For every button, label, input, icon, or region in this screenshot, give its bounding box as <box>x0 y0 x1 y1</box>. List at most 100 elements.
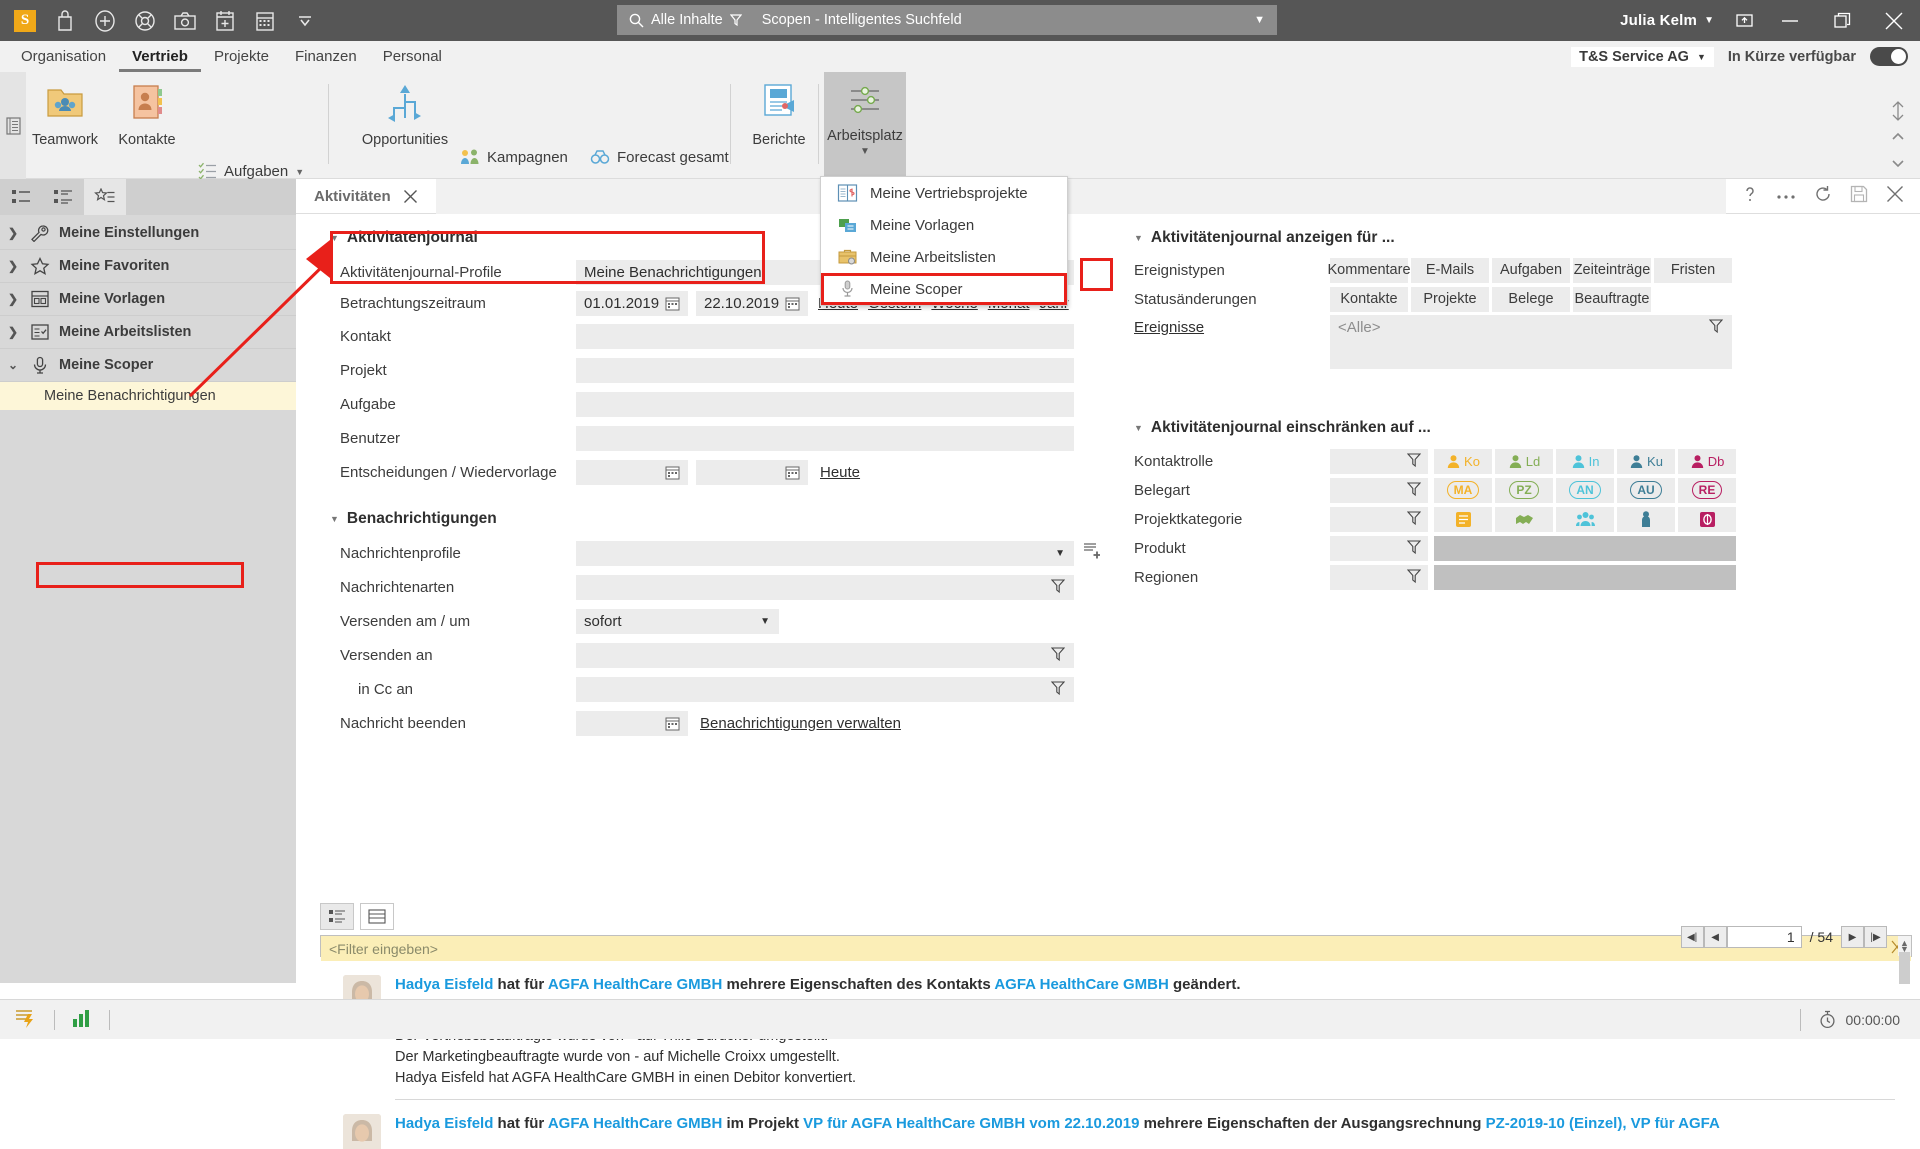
close-icon[interactable] <box>1868 0 1920 41</box>
chevron-down-icon[interactable]: ▼ <box>1055 548 1065 559</box>
menu-item-meine-vertriebsprojekte[interactable]: Meine Vertriebsprojekte <box>821 177 1067 209</box>
filter-icon[interactable] <box>1050 680 1066 700</box>
chip-projektkategorie-person[interactable] <box>1617 506 1675 532</box>
ribbon-button-kontakte[interactable]: Kontakte <box>108 80 186 148</box>
search-scope[interactable]: Alle Inhalte <box>617 12 752 28</box>
input-belegart[interactable] <box>1330 477 1428 503</box>
menu-item-organisation[interactable]: Organisation <box>8 41 119 72</box>
chevron-down-icon[interactable]: ▼ <box>760 616 770 627</box>
sidebar-item-meine-vorlagen[interactable]: ❯ Meine Vorlagen <box>0 283 296 316</box>
chip-belegart-ma[interactable]: MA <box>1434 477 1492 503</box>
filter-icon[interactable] <box>1050 578 1066 598</box>
page-number-input[interactable]: 1 <box>1726 926 1802 948</box>
input-kontaktrolle[interactable] <box>1330 448 1428 474</box>
search-dropdown-icon[interactable]: ▼ <box>1254 14 1277 26</box>
chip-belege[interactable]: Belege <box>1492 286 1570 312</box>
minimize-icon[interactable] <box>1764 0 1816 41</box>
chip-kontakte[interactable]: Kontakte <box>1330 286 1408 312</box>
input-nachrichtenarten[interactable] <box>576 574 1074 600</box>
maximize-icon[interactable] <box>1816 0 1868 41</box>
result-link-company[interactable]: AGFA HealthCare GMBH <box>548 976 722 993</box>
chip-projektkategorie-group[interactable] <box>1556 506 1614 532</box>
input-versenden-an[interactable] <box>576 642 1074 668</box>
result-link-user[interactable]: Hadya Eisfeld <box>395 1115 493 1132</box>
last-page-button[interactable]: |▶ <box>1864 926 1887 948</box>
search-input[interactable]: Scopen - Intelligentes Suchfeld <box>752 12 1254 28</box>
plus-circle-icon[interactable] <box>86 2 124 40</box>
chip-kontaktrolle-ko[interactable]: Ko <box>1434 448 1492 474</box>
chip-projekte[interactable]: Projekte <box>1411 286 1489 312</box>
sidebar-item-meine-scoper[interactable]: ⌄ Meine Scoper <box>0 349 296 382</box>
result-link-contact[interactable]: AGFA HealthCare GMBH <box>994 976 1168 993</box>
menu-item-personal[interactable]: Personal <box>370 41 455 72</box>
tab-aktivitaeten[interactable]: Aktivitäten <box>296 179 432 214</box>
refresh-icon[interactable] <box>1814 185 1832 207</box>
chip-belegart-re[interactable]: RE <box>1678 477 1736 503</box>
input-entscheidungen-from[interactable] <box>576 459 688 485</box>
chip-kommentare[interactable]: Kommentare <box>1328 257 1411 283</box>
chip-fristen[interactable]: Fristen <box>1654 257 1732 283</box>
link-ereignisse[interactable]: Ereignisse <box>1134 319 1330 336</box>
input-cc[interactable] <box>576 676 1074 702</box>
filter-icon[interactable] <box>1406 510 1422 530</box>
quicklink-entscheidungen-heute[interactable]: Heute <box>820 464 860 481</box>
input-aufgabe[interactable] <box>576 391 1074 417</box>
bag-icon[interactable] <box>46 2 84 40</box>
next-page-button[interactable]: ▶ <box>1841 926 1864 948</box>
chip-belegart-au[interactable]: AU <box>1617 477 1675 503</box>
chip-zeiteintraege[interactable]: Zeiteinträge <box>1573 257 1651 283</box>
global-search[interactable]: Alle Inhalte Scopen - Intelligentes Such… <box>617 5 1277 35</box>
ribbon-button-opportunities[interactable]: Opportunities <box>350 80 460 148</box>
input-projektkategorie[interactable] <box>1330 506 1428 532</box>
menu-item-finanzen[interactable]: Finanzen <box>282 41 370 72</box>
menu-item-meine-arbeitslisten[interactable]: Meine Arbeitslisten <box>821 241 1067 273</box>
filter-icon[interactable] <box>1050 646 1066 666</box>
input-kontakt[interactable] <box>576 323 1074 349</box>
menu-item-meine-scoper[interactable]: Meine Scoper <box>821 273 1067 305</box>
ribbon-expand-icon[interactable] <box>1890 158 1906 173</box>
section-title-aktivitaetenjournal[interactable]: ▼ Aktivitätenjournal <box>330 229 478 247</box>
chip-projektkategorie-handshake[interactable] <box>1495 506 1553 532</box>
filter-icon[interactable] <box>1406 539 1422 559</box>
input-period-to[interactable]: 22.10.2019 <box>696 290 808 316</box>
chip-aufgaben[interactable]: Aufgaben <box>1492 257 1570 283</box>
chip-kontaktrolle-db[interactable]: Db <box>1678 448 1736 474</box>
chevron-down-icon[interactable] <box>286 2 324 40</box>
filter-icon[interactable] <box>1406 568 1422 588</box>
sidebar-item-meine-arbeitslisten[interactable]: ❯ Meine Arbeitslisten <box>0 316 296 349</box>
save-icon[interactable] <box>1850 185 1868 207</box>
ribbon-button-forecast[interactable]: Forecast gesamt <box>590 148 729 167</box>
scroll-down-icon[interactable]: ▼ <box>1899 944 1910 954</box>
close-icon[interactable] <box>403 189 418 204</box>
input-nachricht-beenden[interactable] <box>576 710 688 736</box>
input-produkt[interactable] <box>1330 535 1428 561</box>
section-title-benachrichtigungen[interactable]: ▼ Benachrichtigungen <box>330 510 497 528</box>
lightning-list-icon[interactable] <box>14 1007 38 1033</box>
add-profile-icon[interactable] <box>1082 542 1101 564</box>
view-mode-compact-button[interactable] <box>320 903 354 930</box>
input-projekt[interactable] <box>576 357 1074 383</box>
input-produkt-values[interactable] <box>1434 535 1736 561</box>
sidebar-item-meine-favoriten[interactable]: ❯ Meine Favoriten <box>0 250 296 283</box>
chip-kontaktrolle-ku[interactable]: Ku <box>1617 448 1675 474</box>
chip-beauftragte[interactable]: Beauftragte <box>1573 286 1651 312</box>
chip-projektkategorie-list[interactable] <box>1434 506 1492 532</box>
result-item[interactable]: Hadya Eisfeld hat für AGFA HealthCare GM… <box>321 1108 1911 1149</box>
more-icon[interactable] <box>1776 188 1796 205</box>
sidebar-tab-list-view[interactable] <box>0 179 42 215</box>
section-title-einschraenken-auf[interactable]: ▼ Aktivitätenjournal einschränken auf ..… <box>1134 419 1894 437</box>
result-link-company[interactable]: AGFA HealthCare GMBH <box>548 1115 722 1132</box>
prev-page-button[interactable]: ◀ <box>1703 926 1727 948</box>
ribbon-updown-icon[interactable] <box>1890 100 1906 126</box>
input-regionen-values[interactable] <box>1434 564 1736 590</box>
camera-icon[interactable] <box>166 2 204 40</box>
results-scrollbar[interactable]: ▲ ▼ <box>1898 936 1911 984</box>
chevron-down-icon[interactable]: ▼ <box>824 146 906 157</box>
input-entscheidungen-to[interactable] <box>696 459 808 485</box>
result-link-project[interactable]: VP für AGFA HealthCare GMBH vom 22.10.20… <box>803 1115 1139 1132</box>
chip-projektkategorie-money[interactable] <box>1678 506 1736 532</box>
close-icon[interactable] <box>1886 185 1904 207</box>
ribbon-button-kampagnen[interactable]: Kampagnen <box>460 148 568 167</box>
ribbon-button-teamwork[interactable]: Teamwork <box>26 80 104 148</box>
user-menu-label[interactable]: Julia Kelm <box>1620 12 1697 29</box>
